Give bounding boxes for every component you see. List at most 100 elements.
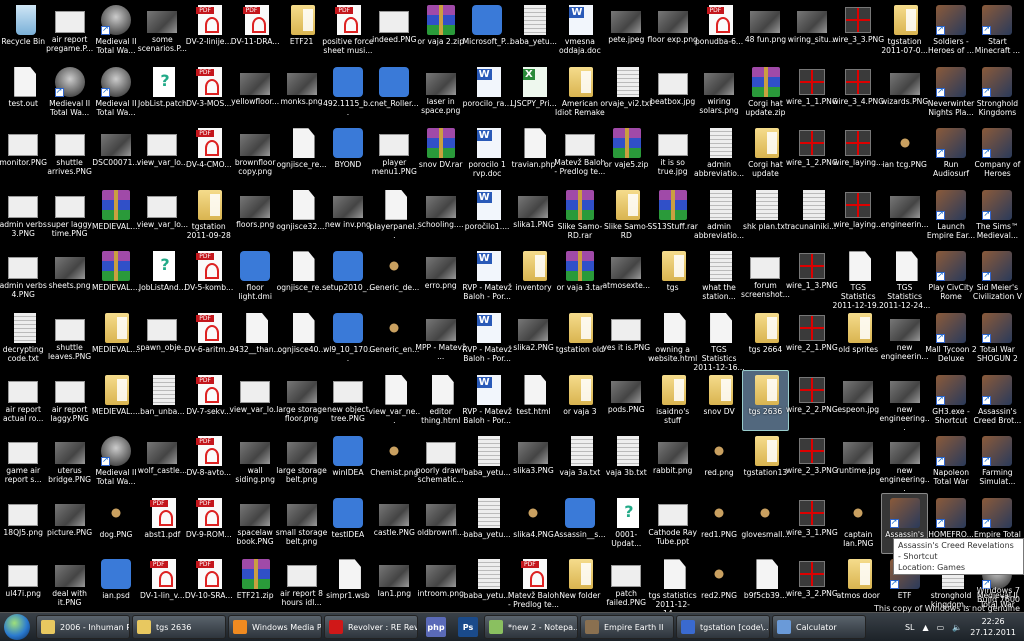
desktop-icon[interactable]: setup2010_... (325, 246, 371, 308)
desktop-icon[interactable]: New folder (557, 554, 603, 616)
desktop-icon[interactable]: Neverwinter Nights Pla... (928, 62, 974, 124)
desktop-icon[interactable]: snov DV (696, 370, 742, 432)
desktop-icon[interactable]: tgs 2664 (742, 308, 788, 370)
desktop-icon[interactable]: travian.php (510, 123, 556, 185)
desktop-icon[interactable]: Assassin's Creed Brot... (974, 370, 1020, 432)
desktop-icon[interactable]: shk plan.txt (742, 185, 788, 247)
desktop-icon[interactable]: Stronghold Kingdoms (974, 62, 1020, 124)
desktop-icon[interactable]: DV-11-DRA... (232, 0, 278, 62)
desktop-icon[interactable]: ian.psd (93, 554, 139, 616)
taskbar-button[interactable]: Revolver : RE Rev... (324, 615, 418, 639)
desktop-icon[interactable]: slika1.PNG (510, 185, 556, 247)
desktop-icon[interactable]: Assassin__s... (557, 493, 603, 555)
desktop-icon[interactable]: vaja 3a.txt (557, 431, 603, 493)
desktop-icon[interactable]: view_var_lo... (139, 123, 185, 185)
desktop-icon[interactable]: 492.1115_b... (325, 62, 371, 124)
desktop-icon[interactable]: new engineering... (881, 370, 927, 432)
desktop-icon[interactable]: Ian1.png (371, 554, 417, 616)
desktop-icon[interactable]: spacelaw book.PNG (232, 493, 278, 555)
desktop-icon[interactable]: Generic_de... (371, 246, 417, 308)
desktop-icon[interactable]: RVP - Matevž Baloh - Por... (464, 246, 510, 308)
desktop-icon[interactable]: Chemist.png (371, 431, 417, 493)
desktop-icon[interactable]: simpr1.wsb (325, 554, 371, 616)
desktop-icon[interactable]: admin verbs 3.PNG (0, 185, 46, 247)
desktop-icon[interactable]: TGS Statistics 2011-12-19... (835, 246, 881, 308)
desktop-icon[interactable]: BYOND (325, 123, 371, 185)
desktop-icon[interactable]: snov DV.rar (418, 123, 464, 185)
desktop-icon[interactable]: wall siding.png (232, 431, 278, 493)
desktop-icon[interactable]: indeed.PNG (371, 0, 417, 62)
desktop-icon[interactable]: inventory (510, 246, 556, 308)
desktop-icon[interactable]: MEDIEVAL.... (93, 308, 139, 370)
desktop-icon[interactable]: DV-10-SRA... (186, 554, 232, 616)
start-button[interactable] (4, 614, 30, 640)
desktop-icon[interactable]: new object tree.PNG (325, 370, 371, 432)
desktop-icon[interactable]: RVP - Matevž Baloh - Por... (464, 370, 510, 432)
desktop-icon[interactable]: yellowfloor... (232, 62, 278, 124)
desktop-icon[interactable]: or vaja 3.tar (557, 246, 603, 308)
desktop-icon[interactable]: wire_3_4.PNG (835, 62, 881, 124)
desktop-icon[interactable]: test.html (510, 370, 556, 432)
network-icon[interactable]: ▭ (937, 623, 945, 632)
desktop-icon[interactable]: small storage belt.png (278, 493, 324, 555)
desktop-icon[interactable]: Sid Meier's Civilization V (974, 246, 1020, 308)
desktop-icon[interactable]: Play CivCity Rome (928, 246, 974, 308)
desktop-icon[interactable]: Slike Samo-RD.rar (557, 185, 603, 247)
desktop-icon[interactable]: baba_yetu... (464, 554, 510, 616)
desktop-icon[interactable]: Microsoft_P... (464, 0, 510, 62)
desktop-icon[interactable]: tgstation 2011-09-28 (186, 185, 232, 247)
taskbar-button[interactable]: tgstation [code\... (676, 615, 770, 639)
language-indicator[interactable]: SL (905, 623, 915, 632)
desktop-icon[interactable]: tgs statistics 2011-12-14.... (649, 554, 695, 616)
desktop-icon[interactable]: orvaje_vi2.txt (603, 62, 649, 124)
desktop-icon[interactable]: large storage belt.png (278, 431, 324, 493)
desktop-icon[interactable]: Run Audiosurf (928, 123, 974, 185)
desktop-icon[interactable]: DV-7-sekv... (186, 370, 232, 432)
desktop-icon[interactable]: slika4.PNG (510, 493, 556, 555)
desktop-icon[interactable]: baba_yetu... (464, 431, 510, 493)
desktop-icon[interactable]: new engineering... (881, 431, 927, 493)
desktop-icon[interactable]: game air report s... (0, 431, 46, 493)
desktop-icon[interactable]: abst1.pdf (139, 493, 185, 555)
desktop-icon[interactable]: vmesna oddaja.doc (557, 0, 603, 62)
desktop-icon[interactable]: erro.png (418, 246, 464, 308)
desktop-icon[interactable]: air report laggy.PNG (46, 370, 92, 432)
desktop-icon[interactable]: decrypting code.txt (0, 308, 46, 370)
desktop-icon[interactable]: Slike Samo-RD (603, 185, 649, 247)
desktop-icon[interactable]: pete.jpeg (603, 0, 649, 62)
desktop-icon[interactable]: Corgi hat update (742, 123, 788, 185)
desktop-icon[interactable]: positive force sheet musi... (325, 0, 371, 62)
desktop-icon[interactable]: testIDEA (325, 493, 371, 555)
desktop-icon[interactable]: yes it is.PNG (603, 308, 649, 370)
desktop-icon[interactable]: wiring_situ... (789, 0, 835, 62)
desktop-icon[interactable]: view_var_lo... (139, 185, 185, 247)
desktop-icon[interactable]: owning a website.html (649, 308, 695, 370)
desktop-icon[interactable]: DV-4-CMO... (186, 123, 232, 185)
desktop-icon[interactable]: wire_laying... (835, 123, 881, 185)
desktop-icon[interactable]: poorly drawn schematic... (418, 431, 464, 493)
desktop-icon[interactable]: old sprites (835, 308, 881, 370)
desktop-icon[interactable]: atmosexte... (603, 246, 649, 308)
desktop-icon[interactable]: ETF21.zip (232, 554, 278, 616)
desktop-icon[interactable]: shuttle leaves.PNG (46, 308, 92, 370)
desktop-icon[interactable]: some scenarios.P... (139, 0, 185, 62)
desktop-icon[interactable]: or vaja 2.zip (418, 0, 464, 62)
desktop-icon[interactable]: 9432__than... (232, 308, 278, 370)
desktop-icon[interactable]: slika3.PNG (510, 431, 556, 493)
desktop-icon[interactable]: ban_unba... (139, 370, 185, 432)
desktop-icon[interactable]: monks.png (278, 62, 324, 124)
desktop-icon[interactable]: porocilo 1 rvp.doc (464, 123, 510, 185)
desktop-icon[interactable]: floor exp.png (649, 0, 695, 62)
desktop-icon[interactable]: dog.PNG (93, 493, 139, 555)
desktop-icon[interactable]: JobList.patch (139, 62, 185, 124)
desktop-icon[interactable]: RVP - Matevž Baloh - Por... (464, 308, 510, 370)
desktop-icon[interactable]: Medieval II Total Wa... (93, 431, 139, 493)
desktop-icon[interactable]: JobListAnd... (139, 246, 185, 308)
desktop-icon[interactable]: air report pregame.P... (46, 0, 92, 62)
desktop-icon[interactable]: isaidno's stuff (649, 370, 695, 432)
desktop-icon[interactable]: rabbit.png (649, 431, 695, 493)
desktop-icon[interactable]: ognjisce_re... (278, 246, 324, 308)
desktop-icon[interactable]: Matevž Baloh - Predlog te... (510, 554, 556, 616)
desktop-icon[interactable]: wire_3_2.PNG (789, 554, 835, 616)
desktop-icon[interactable]: tgstation 2011-07-0... (881, 0, 927, 62)
